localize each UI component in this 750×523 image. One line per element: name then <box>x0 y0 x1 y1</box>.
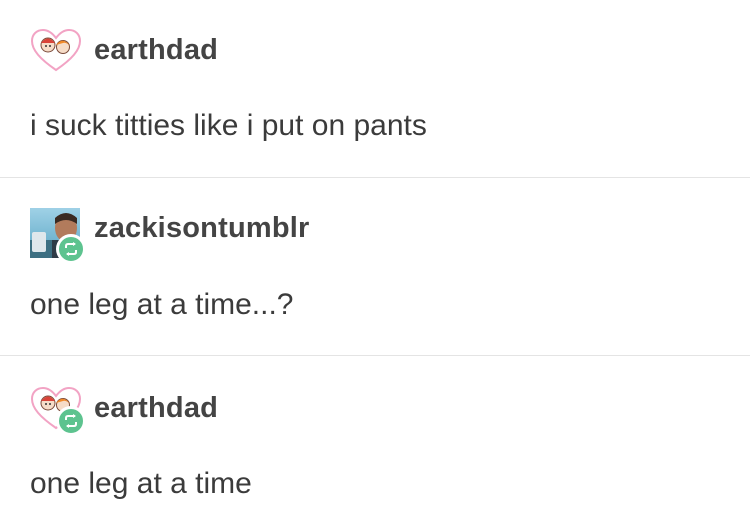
post-text: one leg at a time...? <box>30 288 294 321</box>
post-1: earthdad i suck titties like i put on pa… <box>0 0 750 178</box>
post-2: zackisontumblr one leg at a time...? <box>0 178 750 356</box>
reblog-thread: earthdad i suck titties like i put on pa… <box>0 0 750 523</box>
reblog-icon <box>56 406 86 436</box>
post-text: i suck titties like i put on pants <box>30 109 427 142</box>
user-avatar[interactable] <box>30 28 82 78</box>
user-avatar[interactable] <box>30 208 86 264</box>
post-text: one leg at a time <box>30 467 252 500</box>
reblog-icon <box>56 234 86 264</box>
user-avatar[interactable] <box>30 386 86 436</box>
username[interactable]: earthdad <box>94 34 218 67</box>
username[interactable]: earthdad <box>94 392 218 425</box>
heart-couple-icon <box>30 28 82 72</box>
post-3: earthdad one leg at a time <box>0 356 750 523</box>
username[interactable]: zackisontumblr <box>94 212 310 245</box>
